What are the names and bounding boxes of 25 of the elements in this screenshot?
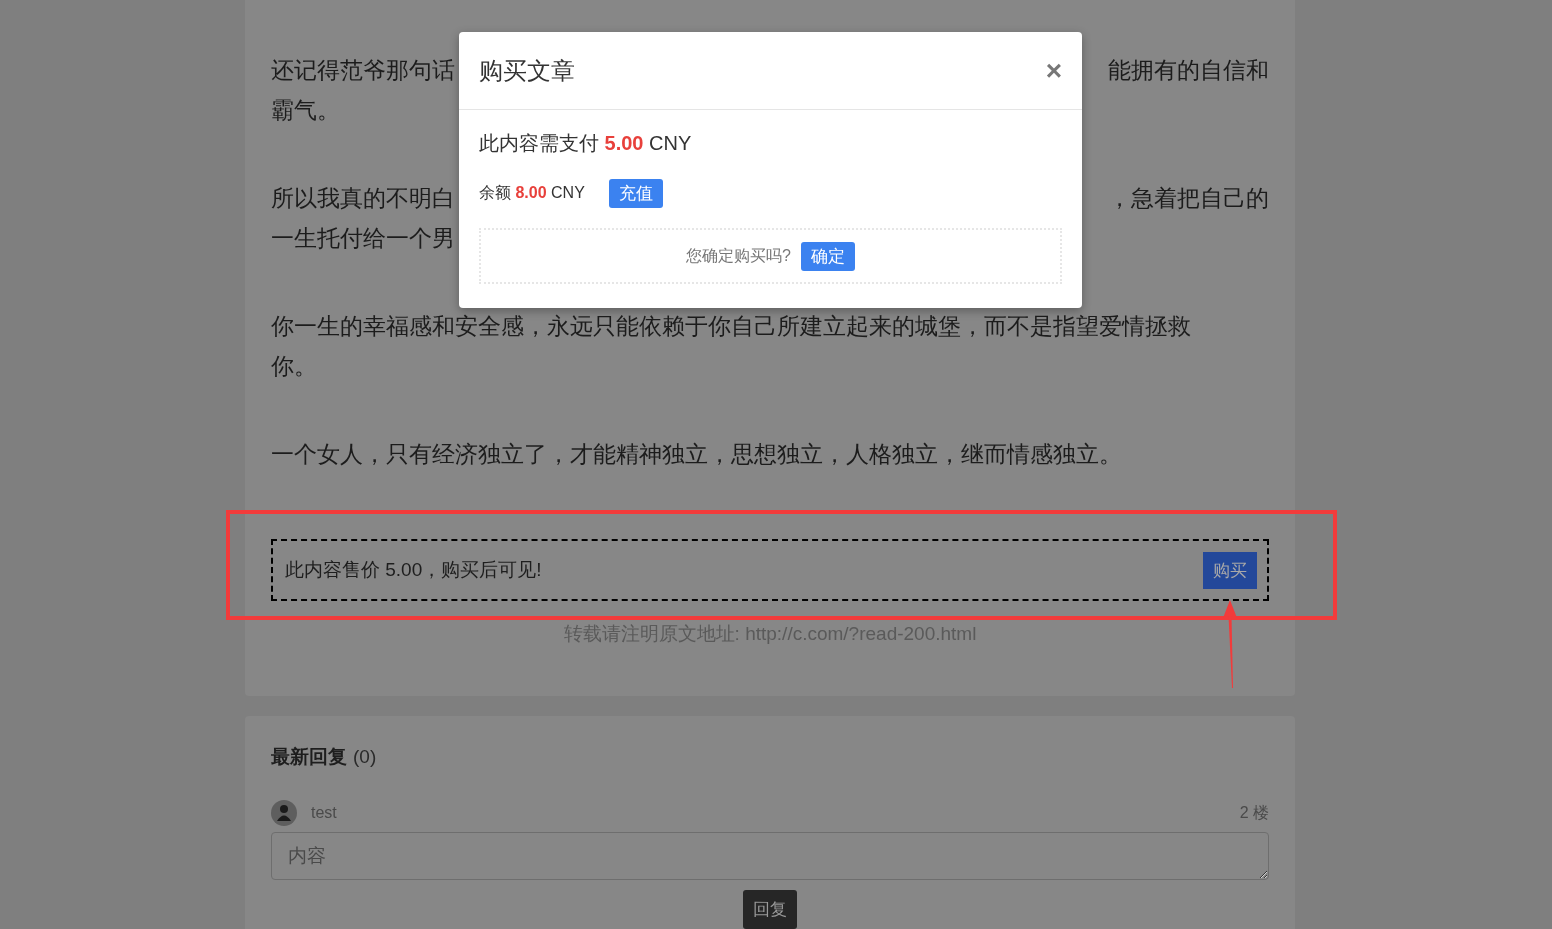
confirm-question: 您确定购买吗? <box>686 245 791 266</box>
paragraph-text: ，急着把自己的 <box>1108 184 1269 213</box>
avatar-icon <box>271 800 297 826</box>
reply-count: (0) <box>353 746 377 768</box>
close-button[interactable]: × <box>1045 56 1062 85</box>
replies-title: 最新回复 <box>271 745 347 769</box>
price-text: 此内容需支付 5.00 CNY <box>479 131 693 156</box>
dialog-title: 购买文章 <box>479 55 575 86</box>
reply-input[interactable]: 内容 <box>271 832 1269 880</box>
buy-button[interactable]: 购买 <box>1203 551 1257 589</box>
reply-button[interactable]: 回复 <box>743 890 797 929</box>
paragraph-text: 还记得范爷那句话 <box>271 56 455 85</box>
paragraph-text: 霸气。 <box>271 96 340 125</box>
user-name: test <box>311 804 338 822</box>
paragraph-text: 你一生的幸福感和安全感，永远只能依赖于你自己所建立起来的城堡，而不是指望爱情拯救 <box>271 312 1191 341</box>
paywall-message: 此内容售价 5.00，购买后可见! <box>285 558 542 582</box>
balance-text: 余额 8.00 CNY <box>479 183 585 203</box>
confirm-button[interactable]: 确定 <box>800 241 855 271</box>
paragraph-text: 能拥有的自信和 <box>1108 56 1269 85</box>
paragraph-text: 一个女人，只有经济独立了，才能精神独立，思想独立，人格独立，继而情感独立。 <box>271 440 1122 469</box>
paragraph-text: 你。 <box>271 352 317 381</box>
floor-number: 2 楼 <box>1239 802 1269 823</box>
recharge-button[interactable]: 充值 <box>608 179 663 208</box>
paragraph-text: 一生托付给一个男 <box>271 224 455 253</box>
paragraph-text: 所以我真的不明白 <box>271 184 455 213</box>
